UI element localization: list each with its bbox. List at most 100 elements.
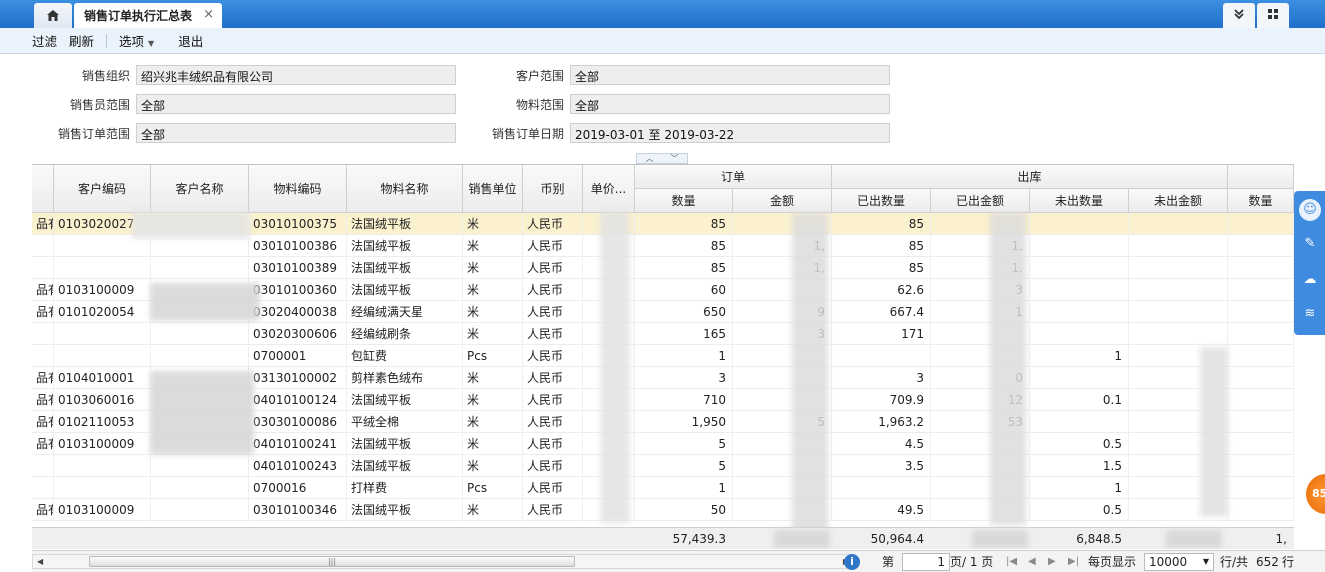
exit-button[interactable]: 退出 <box>178 31 203 50</box>
table-cell: 人民币 <box>523 279 583 301</box>
table-cell: 85 <box>635 257 733 279</box>
order-range-field[interactable]: 全部 <box>136 123 456 143</box>
header-sales-unit[interactable]: 销售单位 <box>463 165 523 213</box>
refresh-button[interactable]: 刷新 <box>69 31 94 50</box>
header-order-amount[interactable]: 金额 <box>733 189 832 213</box>
table-cell: 米 <box>463 235 523 257</box>
header-unout-qty[interactable]: 未出数量 <box>1030 189 1129 213</box>
table-cell: 0700001 <box>249 345 347 367</box>
table-cell: 3.5 <box>832 455 931 477</box>
table-row[interactable]: 0700001 包缸费 Pcs 人民币 1 1 <box>32 345 1294 367</box>
table-row[interactable]: 品有0103100009 03010100346法国绒平板米人民币 50 49.5 0.… <box>32 499 1294 521</box>
table-cell: 人民币 <box>523 389 583 411</box>
options-menu[interactable]: 选项 ▼ <box>119 31 166 50</box>
notification-badge[interactable]: 85 <box>1306 474 1325 514</box>
table-cell: 人民币 <box>523 257 583 279</box>
first-page-icon[interactable]: |◀ <box>1006 554 1017 570</box>
table-cell: 品有 <box>32 389 54 411</box>
total-unout-qty: 6,848.5 <box>1030 528 1129 549</box>
header-unit-price[interactable]: 单价... <box>583 165 635 213</box>
header-currency[interactable]: 币别 <box>523 165 583 213</box>
scrollbar-thumb[interactable]: ||| <box>89 556 575 567</box>
table-cell <box>32 345 54 367</box>
table-row[interactable]: 03010100389法国绒平板米人民币851,851. <box>32 257 1294 279</box>
grid-icon <box>1267 8 1279 23</box>
row-indicator-header <box>32 165 54 213</box>
redacted-block <box>132 211 250 239</box>
table-cell: 法国绒平板 <box>347 455 463 477</box>
table-cell <box>1228 389 1294 411</box>
table-cell: 品有 <box>32 411 54 433</box>
sales-org-field[interactable]: 绍兴兆丰绒织品有限公司 <box>136 65 456 85</box>
table-cell <box>1030 213 1129 235</box>
header-group-extra <box>1228 165 1294 189</box>
total-order-qty: 57,439.3 <box>635 528 733 549</box>
table-cell: 85 <box>635 235 733 257</box>
chevron-double-down-icon <box>1233 8 1245 23</box>
table-cell: 人民币 <box>523 411 583 433</box>
table-cell: 04010100243 <box>249 455 347 477</box>
table-cell <box>1228 213 1294 235</box>
table-cell: 包缸费 <box>347 345 463 367</box>
header-out-qty[interactable]: 已出数量 <box>832 189 931 213</box>
bottom-bar: ◀ ||| ▶ i 第 1 页/ 1 页 |◀ ◀ ▶ ▶| 每页显示 1000… <box>32 550 1325 572</box>
header-unout-amount[interactable]: 未出金额 <box>1129 189 1228 213</box>
header-material-code[interactable]: 物料编码 <box>249 165 347 213</box>
header-customer-code[interactable]: 客户编码 <box>54 165 151 213</box>
salesman-field[interactable]: 全部 <box>136 94 456 114</box>
table-cell <box>54 345 151 367</box>
header-qty-2[interactable]: 数量 <box>1228 189 1294 213</box>
close-icon[interactable]: × <box>203 7 214 22</box>
per-page-select[interactable]: 10000 ▼ <box>1144 553 1214 571</box>
page-number-input[interactable]: 1 <box>902 553 950 571</box>
table-cell: 米 <box>463 279 523 301</box>
table-cell: 1 <box>635 345 733 367</box>
table-row[interactable]: 0700016 打样费 Pcs 人民币 1 1 <box>32 477 1294 499</box>
scroll-left-icon[interactable]: ◀ <box>37 555 43 568</box>
table-cell: 品有 <box>32 213 54 235</box>
filter-button[interactable]: 过滤 <box>32 31 57 50</box>
redacted-block <box>972 530 1028 548</box>
table-cell <box>1030 235 1129 257</box>
header-material-name[interactable]: 物料名称 <box>347 165 463 213</box>
table-row[interactable]: 03020300606经编绒刷条米人民币1653171 <box>32 323 1294 345</box>
tab-sales-order-summary[interactable]: 销售订单执行汇总表 × <box>74 3 222 28</box>
header-out-amount[interactable]: 已出金额 <box>931 189 1030 213</box>
table-cell: 49.5 <box>832 499 931 521</box>
table-cell: 人民币 <box>523 433 583 455</box>
customer-range-field[interactable]: 全部 <box>570 65 890 85</box>
table-cell: 03030100086 <box>249 411 347 433</box>
table-cell: 0.5 <box>1030 499 1129 521</box>
table-cell: 1 <box>635 477 733 499</box>
page-label: 第 <box>882 555 895 569</box>
filter-collapse-toggle[interactable]: ︿ ﹀ <box>636 153 688 164</box>
table-cell <box>1129 257 1228 279</box>
header-order-qty[interactable]: 数量 <box>635 189 733 213</box>
database-icon[interactable]: ≋ <box>1299 303 1321 325</box>
order-date-field[interactable]: 2019-03-01 至 2019-03-22 <box>570 123 890 143</box>
prev-page-icon[interactable]: ◀ <box>1028 554 1036 570</box>
table-cell: 0103100009 <box>54 433 151 455</box>
info-icon[interactable]: i <box>844 554 860 570</box>
table-cell: 品有 <box>32 499 54 521</box>
redacted-block <box>990 213 1026 525</box>
chat-icon[interactable]: ✎ <box>1299 233 1321 255</box>
last-page-icon[interactable]: ▶| <box>1068 554 1079 570</box>
horizontal-scrollbar[interactable]: ◀ ||| ▶ <box>32 554 854 569</box>
total-extra: 1, <box>1228 528 1294 549</box>
chevron-down-icon: ﹀ <box>670 154 679 163</box>
grid-menu-button[interactable] <box>1257 3 1289 28</box>
home-tab[interactable] <box>34 3 72 28</box>
table-row[interactable]: 04010100243 法国绒平板米人民币 5 3.5 1.5 <box>32 455 1294 477</box>
next-page-icon[interactable]: ▶ <box>1048 554 1056 570</box>
cloud-icon[interactable]: ☁ <box>1299 269 1321 291</box>
order-date-label: 销售订单日期 <box>491 127 564 141</box>
table-cell <box>1030 411 1129 433</box>
collapse-all-button[interactable] <box>1223 3 1255 28</box>
table-cell: 60 <box>635 279 733 301</box>
material-range-field[interactable]: 全部 <box>570 94 890 114</box>
table-cell: 50 <box>635 499 733 521</box>
table-cell: 法国绒平板 <box>347 257 463 279</box>
face-icon[interactable]: ☺ <box>1299 199 1321 221</box>
header-customer-name[interactable]: 客户名称 <box>151 165 249 213</box>
